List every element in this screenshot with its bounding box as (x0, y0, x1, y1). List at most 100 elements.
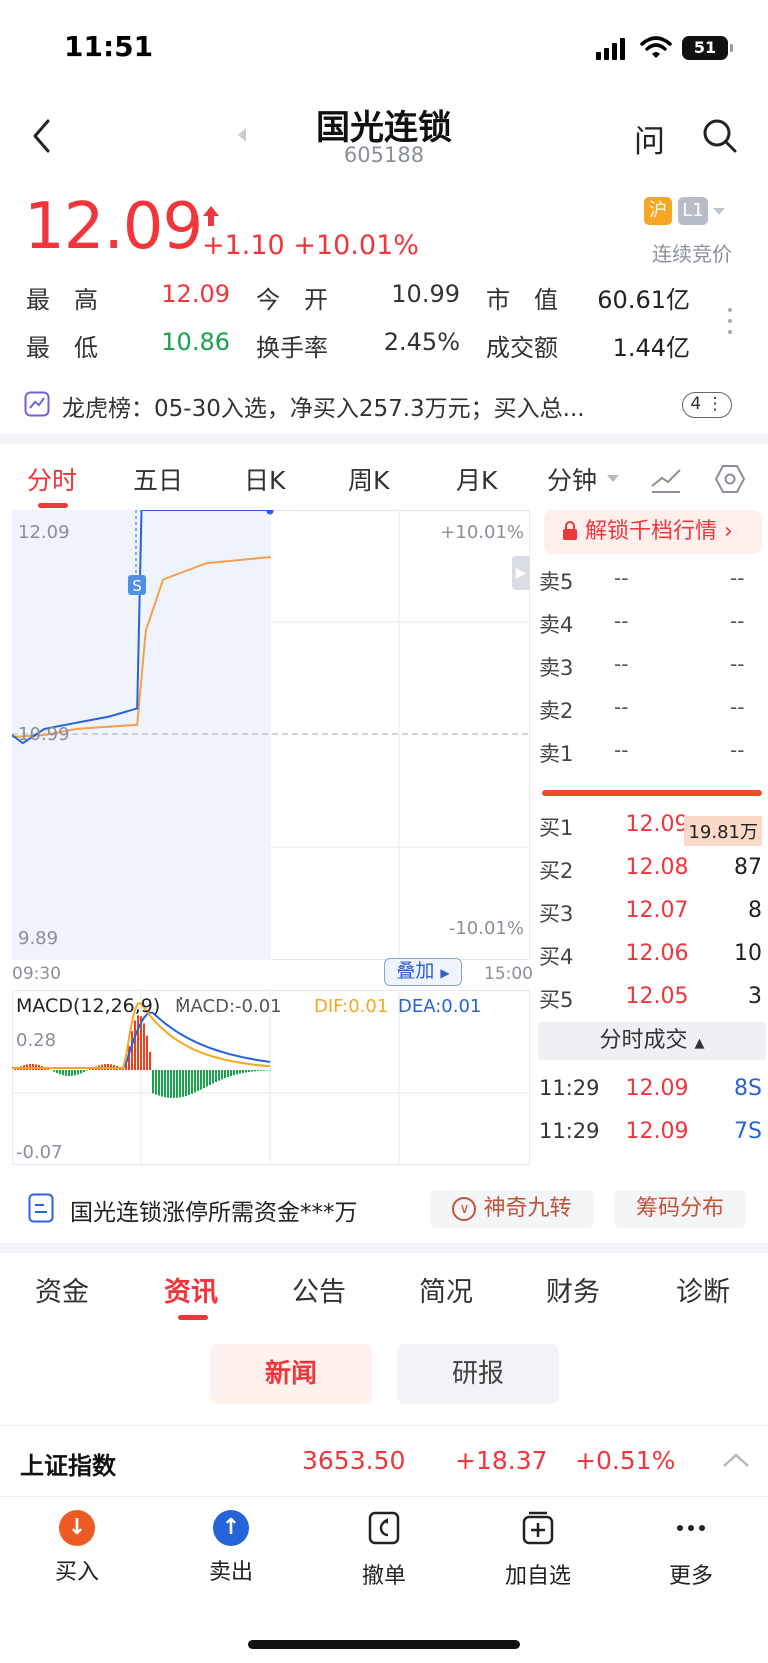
sell-level-vol: -- (730, 652, 745, 676)
search-icon[interactable] (702, 118, 738, 154)
sell-level-label: 卖3 (539, 656, 574, 680)
signal-icon (596, 38, 628, 60)
sell-level-label: 卖4 (539, 613, 574, 637)
cancel-order-button[interactable]: 撤单 (324, 1510, 444, 1590)
tab-five-day[interactable]: 五日 (133, 461, 183, 497)
axis-time-end: 15:00 (484, 964, 533, 984)
unlock-label: 解锁千档行情 (585, 519, 718, 544)
subtab-news[interactable]: 新闻 (210, 1344, 372, 1404)
battery-icon: 51 (682, 36, 733, 60)
macd-bar (77, 1070, 79, 1075)
macd-bar (161, 1070, 163, 1097)
more-icon (677, 1525, 705, 1531)
intraday-chart[interactable]: S 12.09 10.99 9.89 +10.01% -10.01% (12, 510, 530, 960)
sell-button[interactable]: ↑ 卖出 (171, 1510, 291, 1586)
ticks-header[interactable]: 分时成交 ▲ (538, 1022, 766, 1060)
unlock-banner[interactable]: 解锁千档行情 › (544, 510, 762, 554)
nine-turns-button[interactable]: ∨ 神奇九转 (430, 1190, 594, 1228)
sell-level-price: -- (614, 695, 629, 719)
tab-profile[interactable]: 简况 (419, 1270, 473, 1309)
tab-diagnosis[interactable]: 诊断 (676, 1270, 730, 1309)
macd-bar (83, 1070, 85, 1073)
tab-active-indicator (178, 1315, 208, 1320)
add-watchlist-button[interactable]: 加自选 (478, 1510, 598, 1590)
draw-line-icon[interactable] (650, 466, 682, 494)
more-dots-icon[interactable] (726, 306, 734, 336)
macd-bar (65, 1070, 67, 1076)
macd-chart[interactable]: MACD(12,26,9) MACD:-0.01 DIF:0.01 DEA:0.… (12, 990, 530, 1165)
tab-news[interactable]: 资讯 (164, 1270, 218, 1309)
overlay-label: 叠加 (396, 960, 435, 982)
macd-bar (257, 1070, 259, 1072)
macd-bar (182, 1070, 184, 1097)
level-tag[interactable]: L1 (678, 197, 708, 225)
macd-bar (149, 1051, 151, 1070)
macd-bar (248, 1070, 250, 1073)
sell-level-label: 卖5 (539, 570, 574, 594)
macd-bar (89, 1069, 91, 1070)
macd-bar (167, 1070, 169, 1098)
tab-announcement[interactable]: 公告 (292, 1270, 346, 1309)
buy-button[interactable]: ↓ 买入 (17, 1510, 137, 1586)
cap-label: 市 值 (486, 286, 558, 314)
tab-capital[interactable]: 资金 (35, 1270, 89, 1309)
axis-time-start: 09:30 (12, 964, 61, 984)
macd-bar (194, 1070, 196, 1093)
macd-bar (14, 1069, 16, 1070)
high-label: 最 高 (26, 286, 98, 314)
macd-bar (155, 1070, 157, 1095)
macd-bar (200, 1070, 202, 1090)
buy-level-vol: 10 (734, 941, 762, 966)
axis-pct-low: -10.01% (449, 918, 524, 939)
macd-bar (170, 1070, 172, 1098)
macd-title: MACD(12,26,9) (16, 995, 160, 1017)
more-button[interactable]: 更多 (631, 1510, 751, 1590)
index-pct: +0.51% (575, 1446, 676, 1475)
macd-axis-low: -0.07 (16, 1142, 63, 1163)
macd-bar (224, 1070, 226, 1079)
macd-bar (233, 1070, 235, 1076)
index-row[interactable]: 上证指数 3653.50 +18.37 +0.51% (0, 1425, 768, 1497)
turnover-label: 换手率 (256, 334, 328, 362)
macd-menu-icon[interactable]: ⋮ (172, 994, 190, 1015)
sell-level-price: -- (614, 652, 629, 676)
tab-minute[interactable]: 分钟 (547, 461, 597, 497)
chip-distribution-button[interactable]: 筹码分布 (614, 1190, 746, 1228)
wifi-icon (640, 36, 672, 58)
dropdown-icon[interactable] (712, 207, 726, 217)
cancel-order-icon (368, 1511, 400, 1545)
subtab-research[interactable]: 研报 (397, 1344, 559, 1404)
tab-fenshi[interactable]: 分时 (27, 461, 77, 497)
macd-bar (185, 1070, 187, 1096)
macd-bar (71, 1070, 73, 1076)
amount-label: 成交额 (486, 334, 558, 362)
cancel-order-label: 撤单 (361, 1564, 406, 1589)
ask-icon[interactable]: 问 (634, 116, 665, 161)
overlay-button[interactable]: 叠加 ▶ (384, 958, 462, 986)
sell-level-vol: -- (730, 695, 745, 719)
lhb-banner[interactable]: 龙虎榜：05-30入选，净买入257.3万元；买入总... (62, 389, 585, 423)
index-change: +18.37 (455, 1446, 548, 1475)
sell-level-price: -- (614, 566, 629, 590)
tab-week-k[interactable]: 周K (348, 461, 389, 497)
macd-bar (86, 1070, 88, 1071)
sell-level-label: 卖2 (539, 699, 574, 723)
ticks-header-label: 分时成交 (599, 1028, 688, 1053)
tab-finance[interactable]: 财务 (546, 1270, 600, 1309)
lhb-count-badge[interactable]: 4 ⋮ (682, 392, 732, 418)
macd-bar (137, 1015, 139, 1070)
limit-up-capital[interactable]: 国光连锁涨停所需资金***万 (70, 1193, 358, 1227)
macd-bar (143, 1023, 145, 1070)
macd-bar (245, 1070, 247, 1073)
tab-day-k[interactable]: 日K (244, 461, 285, 497)
dropdown-icon[interactable] (606, 474, 620, 484)
tab-month-k[interactable]: 月K (456, 461, 497, 497)
macd-bar (218, 1070, 220, 1081)
chart-collapse-handle[interactable]: ▶ (512, 556, 530, 590)
buy-level-price: 12.06 (625, 941, 689, 966)
macd-bar (197, 1070, 199, 1092)
settings-hex-icon[interactable] (714, 464, 746, 494)
amount-value: 1.44亿 (612, 334, 690, 362)
chevron-up-icon[interactable] (722, 1452, 750, 1468)
macd-bar (191, 1070, 193, 1094)
